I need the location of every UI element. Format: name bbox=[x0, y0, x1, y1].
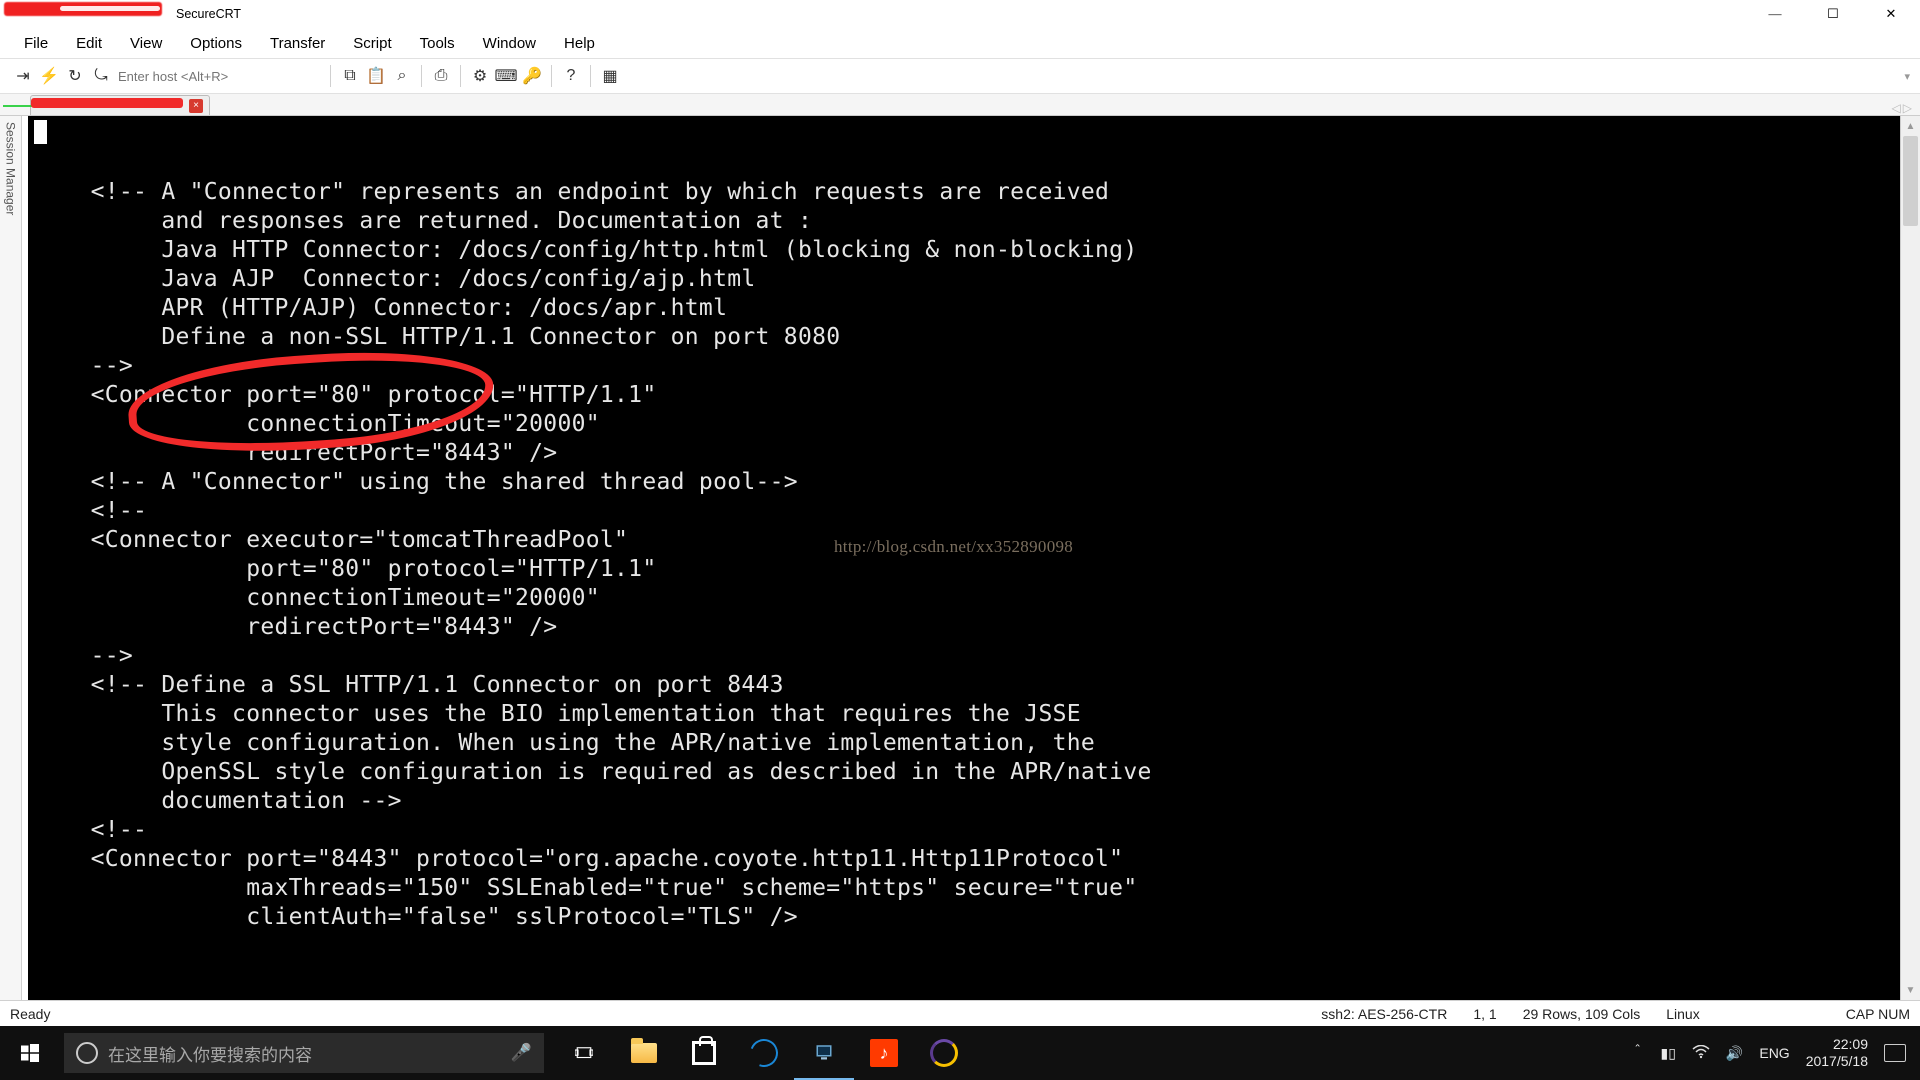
tray-overflow-icon[interactable]: ＾ bbox=[1631, 1043, 1645, 1063]
terminal-scrollbar[interactable]: ▲ ▼ bbox=[1900, 116, 1920, 1000]
tab-close-button[interactable]: × bbox=[189, 99, 203, 113]
title-bar: SecureCRT — ☐ ✕ bbox=[0, 0, 1920, 28]
menu-tools[interactable]: Tools bbox=[406, 31, 469, 56]
redacted-region-highlight bbox=[60, 6, 160, 11]
redacted-session-name bbox=[31, 98, 183, 108]
terminal-content: <!-- A "Connector" represents an endpoin… bbox=[28, 116, 1900, 932]
eclipse-ide-button[interactable] bbox=[914, 1026, 974, 1080]
toolbar-separator bbox=[590, 65, 591, 87]
menu-options[interactable]: Options bbox=[176, 31, 256, 56]
tab-scroll-right-icon[interactable]: ▷ bbox=[1903, 101, 1912, 115]
task-view-button[interactable] bbox=[554, 1026, 614, 1080]
toolbar-keyboard-icon[interactable]: ⌨ bbox=[493, 63, 519, 89]
toolbar-separator bbox=[421, 65, 422, 87]
system-tray: ＾ ▮▯ 🔊 ENG 22:09 2017/5/18 bbox=[1631, 1036, 1920, 1070]
toolbar-quick-connect-icon[interactable]: ⚡ bbox=[36, 63, 62, 89]
status-protocol: ssh2: AES-256-CTR bbox=[1321, 1006, 1447, 1022]
taskbar-pinned-apps: ♪ bbox=[554, 1026, 974, 1080]
menu-edit[interactable]: Edit bbox=[62, 31, 116, 56]
start-button[interactable] bbox=[0, 1026, 60, 1080]
minimize-button[interactable]: — bbox=[1746, 0, 1804, 28]
tab-scroll-arrows: ◁ ▷ bbox=[1892, 101, 1920, 115]
watermark-text: http://blog.csdn.net/xx352890098 bbox=[834, 532, 1073, 561]
work-area: Session Manager <!-- A "Connector" repre… bbox=[0, 116, 1920, 1000]
taskbar-search[interactable]: 在这里输入你要搜索的内容 🎤 bbox=[64, 1033, 544, 1073]
scroll-down-icon[interactable]: ▼ bbox=[1901, 980, 1920, 1000]
maximize-button[interactable]: ☐ bbox=[1804, 0, 1862, 28]
tab-strip: × ◁ ▷ bbox=[0, 94, 1920, 116]
session-manager-panel[interactable]: Session Manager bbox=[0, 116, 22, 1000]
wifi-icon bbox=[1692, 1045, 1710, 1059]
scroll-up-icon[interactable]: ▲ bbox=[1901, 116, 1920, 136]
tray-date: 2017/5/18 bbox=[1806, 1053, 1868, 1070]
cortana-icon bbox=[76, 1042, 98, 1064]
tray-language[interactable]: ENG bbox=[1759, 1045, 1789, 1061]
menu-transfer[interactable]: Transfer bbox=[256, 31, 339, 56]
eclipse-icon bbox=[930, 1039, 958, 1067]
terminal-wrapper: <!-- A "Connector" represents an endpoin… bbox=[22, 116, 1920, 1000]
toolbar-settings-icon[interactable]: ⚙ bbox=[467, 63, 493, 89]
app-title: SecureCRT bbox=[176, 7, 241, 21]
toolbar-print-icon[interactable]: ⎙ bbox=[428, 63, 454, 89]
toolbar-paste-icon[interactable]: 📋 bbox=[363, 63, 389, 89]
tray-volume-icon[interactable]: 🔊 bbox=[1726, 1045, 1743, 1062]
scroll-track[interactable] bbox=[1901, 136, 1920, 980]
window-controls: — ☐ ✕ bbox=[1746, 0, 1920, 28]
tray-battery-icon[interactable]: ▮▯ bbox=[1661, 1045, 1676, 1062]
toolbar-overflow-icon[interactable]: ▾ bbox=[1904, 70, 1910, 83]
toolbar-separator bbox=[551, 65, 552, 87]
session-manager-label: Session Manager bbox=[4, 122, 18, 1000]
action-center-icon[interactable] bbox=[1884, 1044, 1906, 1062]
tab-scroll-left-icon[interactable]: ◁ bbox=[1892, 101, 1901, 115]
tray-clock[interactable]: 22:09 2017/5/18 bbox=[1806, 1036, 1868, 1070]
windows-logo-icon bbox=[21, 1044, 39, 1062]
toolbar-help-icon[interactable]: ? bbox=[558, 63, 584, 89]
menu-window[interactable]: Window bbox=[469, 31, 550, 56]
menu-help[interactable]: Help bbox=[550, 31, 609, 56]
securecrt-icon bbox=[815, 1043, 833, 1061]
securecrt-taskbar-button[interactable] bbox=[794, 1026, 854, 1080]
tray-wifi-icon[interactable] bbox=[1692, 1045, 1710, 1062]
status-capnum: CAP NUM bbox=[1846, 1006, 1910, 1022]
tray-time: 22:09 bbox=[1806, 1036, 1868, 1053]
scroll-thumb[interactable] bbox=[1903, 136, 1918, 226]
toolbar: ⇥ ⚡ ↻ ⤿ ⧉ 📋 ⌕ ⎙ ⚙ ⌨ 🔑 ? ▦ ▾ bbox=[0, 58, 1920, 94]
edge-icon bbox=[745, 1034, 782, 1071]
menu-file[interactable]: File bbox=[10, 31, 62, 56]
terminal[interactable]: <!-- A "Connector" represents an endpoin… bbox=[28, 116, 1900, 1000]
edge-browser-button[interactable] bbox=[734, 1026, 794, 1080]
netease-music-button[interactable]: ♪ bbox=[854, 1026, 914, 1080]
menu-view[interactable]: View bbox=[116, 31, 176, 56]
toolbar-command-window-icon[interactable]: ▦ bbox=[597, 63, 623, 89]
menu-bar: File Edit View Options Transfer Script T… bbox=[0, 28, 1920, 58]
file-explorer-button[interactable] bbox=[614, 1026, 674, 1080]
menu-script[interactable]: Script bbox=[339, 31, 405, 56]
microsoft-store-button[interactable] bbox=[674, 1026, 734, 1080]
status-cursor-pos: 1, 1 bbox=[1473, 1006, 1496, 1022]
netease-icon: ♪ bbox=[870, 1039, 898, 1067]
terminal-cursor bbox=[34, 120, 47, 144]
task-view-icon bbox=[575, 1044, 593, 1062]
status-ready: Ready bbox=[10, 1006, 50, 1022]
folder-icon bbox=[631, 1043, 657, 1063]
toolbar-separator bbox=[330, 65, 331, 87]
store-icon bbox=[692, 1041, 716, 1065]
toolbar-separator bbox=[460, 65, 461, 87]
toolbar-copy-icon[interactable]: ⧉ bbox=[337, 63, 363, 89]
toolbar-connect-icon[interactable]: ⇥ bbox=[10, 63, 36, 89]
microphone-icon[interactable]: 🎤 bbox=[511, 1043, 532, 1063]
toolbar-reconnect-icon[interactable]: ↻ bbox=[62, 63, 88, 89]
windows-taskbar: 在这里输入你要搜索的内容 🎤 ♪ ＾ ▮▯ 🔊 ENG 22:09 2017/5… bbox=[0, 1026, 1920, 1080]
toolbar-keymap-icon[interactable]: 🔑 bbox=[519, 63, 545, 89]
close-button[interactable]: ✕ bbox=[1862, 0, 1920, 28]
search-placeholder: 在这里输入你要搜索的内容 bbox=[108, 1041, 312, 1066]
status-emulation: Linux bbox=[1666, 1006, 1699, 1022]
session-tab[interactable]: × bbox=[30, 95, 210, 115]
status-dimensions: 29 Rows, 109 Cols bbox=[1523, 1006, 1641, 1022]
status-bar: Ready ssh2: AES-256-CTR 1, 1 29 Rows, 10… bbox=[0, 1000, 1920, 1026]
toolbar-disconnect-icon[interactable]: ⤿ bbox=[88, 63, 114, 89]
host-input[interactable] bbox=[114, 65, 324, 87]
toolbar-find-icon[interactable]: ⌕ bbox=[389, 63, 415, 89]
